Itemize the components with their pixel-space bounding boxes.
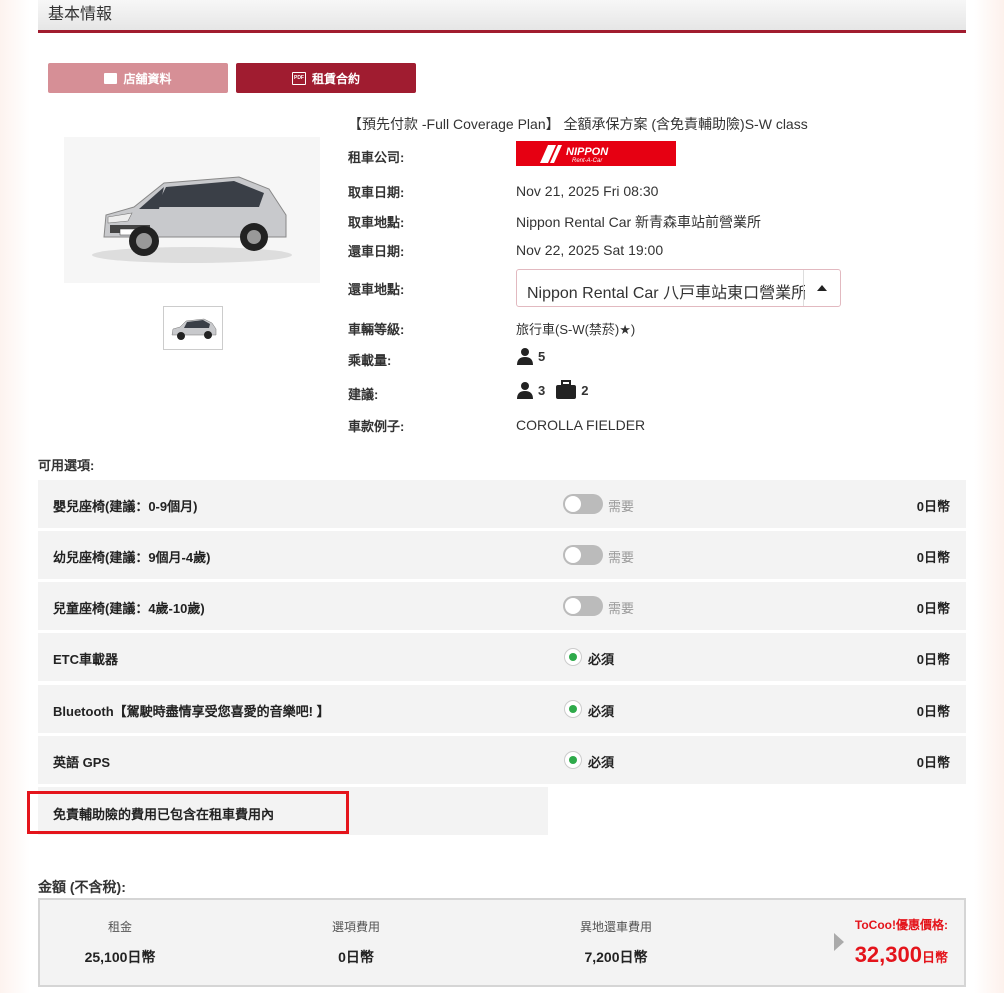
arrow-right-icon	[834, 933, 844, 951]
option-price: 0日幣	[916, 704, 950, 719]
return-location-select[interactable]: Nippon Rental Car 八戸車站東口營業所	[516, 269, 841, 307]
option-toggle[interactable]	[563, 494, 603, 514]
store-icon	[104, 72, 118, 84]
option-state: 必須	[588, 652, 615, 667]
option-row: 幼兒座椅(建議：9個月-4歲) 需要 0日幣	[38, 531, 966, 579]
option-name: Bluetooth【駕駛時盡情享受您喜愛的音樂吧! 】	[53, 704, 330, 719]
pickup-location-label: 取車地點:	[348, 215, 405, 230]
option-price: 0日幣	[916, 652, 950, 667]
option-price: 0日幣	[916, 755, 950, 770]
logo-subtext: Rent-A-Car	[572, 158, 603, 164]
amount-summary: 租金 25,100日幣 選項費用 0日幣 異地還車費用 7,200日幣 ToCo…	[38, 898, 966, 987]
section-title: 基本情報	[48, 6, 113, 23]
option-state: 必須	[588, 755, 615, 770]
return-date-label: 還車日期:	[348, 244, 405, 259]
option-row: Bluetooth【駕駛時盡情享受您喜愛的音樂吧! 】 必須 0日幣	[38, 685, 966, 733]
rental-contract-label: 租賃合約	[311, 71, 360, 86]
option-name: 嬰兒座椅(建議：0-9個月)	[53, 499, 198, 514]
option-price: 0日幣	[916, 499, 950, 514]
promo-price-value: 32,300	[854, 942, 922, 967]
rent-label: 租金	[107, 920, 132, 934]
nippon-logo: NIPPON Rent-A-Car	[516, 141, 676, 166]
required-radio	[564, 700, 582, 718]
return-location-label: 還車地點:	[348, 282, 405, 297]
dropoff-fee-value: 7,200日幣	[584, 949, 648, 965]
car-main-image	[64, 137, 320, 283]
option-name: 英語 GPS	[53, 755, 111, 770]
logo-text: NIPPON	[566, 146, 609, 158]
pickup-date-label: 取車日期:	[348, 185, 405, 200]
option-fee-value: 0日幣	[338, 949, 374, 965]
option-name: 幼兒座椅(建議：9個月-4歲)	[53, 550, 211, 565]
option-state: 需要	[608, 499, 635, 514]
option-row: 兒童座椅(建議：4歲-10歲) 需要 0日幣	[38, 582, 966, 630]
promo-price: 32,300日幣	[855, 942, 948, 968]
person-icon	[517, 382, 533, 399]
car-thumbnail[interactable]	[163, 306, 223, 350]
vehicle-class-label: 車輛等級:	[348, 322, 405, 337]
option-price: 0日幣	[916, 550, 950, 565]
option-row: 英語 GPS 必須 0日幣	[38, 736, 966, 784]
option-price: 0日幣	[916, 601, 950, 616]
highlight-box	[27, 791, 349, 834]
option-name: ETC車載器	[53, 652, 119, 667]
option-toggle[interactable]	[563, 596, 603, 616]
recommend-label: 建議:	[348, 387, 379, 402]
rental-contract-button[interactable]: 租賃合約	[236, 63, 416, 93]
capacity-value: 5	[538, 348, 546, 364]
option-state: 需要	[608, 550, 635, 565]
option-toggle[interactable]	[563, 545, 603, 565]
capacity-label: 乘載量:	[348, 353, 392, 368]
caret-up-icon	[817, 285, 827, 291]
suitcase-icon	[556, 380, 577, 399]
pickup-location: Nippon Rental Car 新青森車站前營業所	[516, 214, 762, 230]
amount-title: 金額 (不含稅):	[38, 879, 126, 895]
vehicle-class: 旅行車(S-W(禁菸)★)	[516, 322, 636, 337]
option-name: 兒童座椅(建議：4歲-10歲)	[53, 601, 205, 616]
return-date: Nov 22, 2025 Sat 19:00	[516, 242, 664, 258]
promo-price-label: ToCoo!優惠價格:	[854, 918, 948, 932]
return-location-value: Nippon Rental Car 八戸車站東口營業所	[527, 285, 805, 302]
pickup-date: Nov 21, 2025 Fri 08:30	[516, 183, 659, 199]
capacity-group: 5	[516, 347, 545, 365]
person-icon	[517, 348, 533, 365]
recommend-persons: 3	[538, 382, 546, 398]
company-label: 租車公司:	[348, 150, 405, 165]
dropoff-fee-label: 異地還車費用	[579, 920, 652, 934]
store-info-button[interactable]: 店舖資料	[48, 63, 228, 93]
option-state: 必須	[588, 704, 615, 719]
recommend-group: 3 2	[516, 380, 588, 400]
model-label: 車款例子:	[348, 419, 405, 434]
promo-price-unit: 日幣	[921, 950, 948, 965]
option-fee-column: 選項費用 0日幣	[306, 918, 406, 967]
model-value: COROLLA FIELDER	[516, 417, 646, 433]
pdf-icon	[291, 71, 306, 85]
recommend-bags: 2	[581, 382, 589, 398]
section-header: 基本情報	[38, 0, 966, 33]
required-radio	[564, 751, 582, 769]
dropoff-fee-column: 異地還車費用 7,200日幣	[550, 918, 682, 967]
required-radio	[564, 648, 582, 666]
option-state: 需要	[608, 601, 635, 616]
options-title: 可用選項:	[38, 458, 95, 473]
rent-value: 25,100日幣	[84, 949, 156, 965]
plan-title: 【預先付款 -Full Coverage Plan】 全額承保方案 (含免責輔助…	[348, 116, 808, 132]
store-info-label: 店舖資料	[123, 71, 172, 86]
option-fee-label: 選項費用	[331, 920, 380, 934]
rent-column: 租金 25,100日幣	[54, 918, 186, 967]
option-row: 嬰兒座椅(建議：0-9個月) 需要 0日幣	[38, 480, 966, 528]
dropdown-arrow[interactable]	[803, 270, 840, 306]
option-row: ETC車載器 必須 0日幣	[38, 633, 966, 681]
